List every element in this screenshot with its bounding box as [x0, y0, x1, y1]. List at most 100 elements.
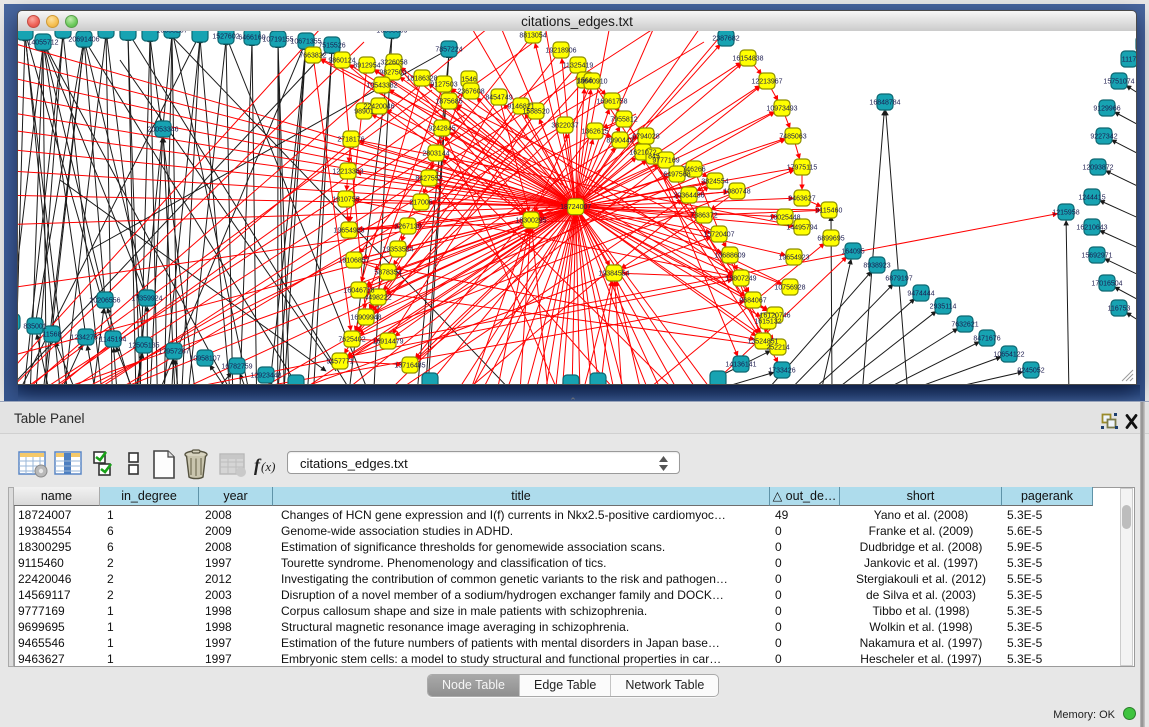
- svg-text:17016504: 17016504: [1091, 281, 1122, 288]
- svg-text:1810755: 1810755: [332, 197, 359, 204]
- svg-text:20364436: 20364436: [673, 193, 704, 200]
- svg-text:7857224: 7857224: [435, 47, 462, 54]
- svg-text:14495794: 14495794: [786, 225, 817, 232]
- svg-text:3267130: 3267130: [394, 224, 421, 231]
- svg-text:252214: 252214: [766, 345, 789, 352]
- svg-text:17957287: 17957287: [158, 349, 189, 356]
- svg-text:9860124: 9860124: [328, 58, 355, 65]
- svg-text:9227342: 9227342: [1090, 134, 1117, 141]
- svg-text:10025448: 10025448: [769, 215, 800, 222]
- svg-text:2803144: 2803144: [422, 151, 449, 158]
- svg-text:10543382: 10543382: [366, 83, 397, 90]
- svg-text:20206556: 20206556: [89, 298, 120, 305]
- svg-text:20691406: 20691406: [68, 37, 99, 44]
- svg-text:19218906: 19218906: [545, 48, 576, 55]
- svg-text:18807249: 18807249: [725, 276, 756, 283]
- svg-text:2367608: 2367608: [457, 89, 484, 96]
- svg-text:8427552: 8427552: [415, 176, 442, 183]
- svg-text:8938923: 8938923: [863, 263, 890, 270]
- svg-text:19384554: 19384554: [598, 271, 629, 278]
- svg-text:16154838: 16154838: [732, 56, 763, 63]
- svg-text:10973493: 10973493: [766, 106, 797, 113]
- svg-text:19353594: 19353594: [382, 247, 413, 254]
- svg-text:17359924: 17359924: [131, 296, 162, 303]
- svg-text:15720407: 15720407: [703, 232, 734, 239]
- svg-text:164095: 164095: [841, 249, 864, 256]
- svg-text:1733426: 1733426: [768, 368, 795, 375]
- svg-text:9463627: 9463627: [788, 196, 815, 203]
- svg-text:12213383: 12213383: [332, 169, 363, 176]
- svg-text:14136141: 14136141: [725, 362, 756, 369]
- svg-text:1588520: 1588520: [522, 109, 549, 116]
- svg-text:2718176: 2718176: [337, 137, 364, 144]
- svg-text:746266: 746266: [682, 167, 705, 174]
- svg-text:1546: 1546: [461, 77, 477, 84]
- svg-text:1527602: 1527602: [212, 34, 239, 41]
- svg-text:7632621: 7632621: [951, 322, 978, 329]
- svg-text:20053346: 20053346: [147, 127, 178, 134]
- svg-text:217006: 217006: [409, 200, 432, 207]
- svg-text:15692971: 15692971: [1081, 253, 1112, 260]
- svg-text:9129966: 9129966: [1093, 106, 1120, 113]
- svg-text:16782759: 16782759: [221, 364, 252, 371]
- svg-text:10719155: 10719155: [262, 37, 293, 44]
- svg-text:12093872: 12093872: [1082, 165, 1113, 172]
- svg-text:16210643: 16210643: [1076, 225, 1107, 232]
- svg-text:9245052: 9245052: [1017, 368, 1044, 375]
- svg-text:8912954: 8912954: [353, 63, 380, 70]
- svg-text:16053809: 16053809: [376, 31, 407, 35]
- svg-text:1875685: 1875685: [435, 99, 462, 106]
- svg-text:8990443: 8990443: [606, 138, 633, 145]
- svg-text:18640910: 18640910: [576, 79, 607, 86]
- svg-text:18300295: 18300295: [515, 218, 546, 225]
- svg-text:10958107: 10958107: [189, 356, 220, 363]
- svg-text:11568: 11568: [43, 332, 62, 339]
- svg-text:10688609: 10688609: [714, 253, 745, 260]
- svg-text:1117: 1117: [1122, 57, 1136, 64]
- svg-text:1080748: 1080748: [723, 189, 750, 196]
- svg-text:(x): (x): [261, 459, 275, 474]
- svg-text:18724007: 18724007: [560, 204, 591, 211]
- svg-text:3822037: 3822037: [551, 123, 578, 130]
- svg-text:16914479: 16914479: [372, 339, 403, 346]
- svg-text:7386372: 7386372: [690, 213, 717, 220]
- svg-text:9777169: 9777169: [652, 158, 679, 165]
- svg-text:16046718: 16046718: [343, 288, 374, 295]
- svg-text:14055712: 14055712: [27, 40, 58, 47]
- svg-text:1244415: 1244415: [1078, 195, 1105, 202]
- svg-text:8813054: 8813054: [519, 33, 546, 40]
- svg-text:1362615: 1362615: [581, 129, 608, 136]
- svg-text:12342757: 12342757: [70, 335, 101, 342]
- svg-text:2935114: 2935114: [930, 304, 957, 311]
- svg-text:16961758: 16961758: [596, 99, 627, 106]
- svg-text:9684067: 9684067: [739, 298, 766, 305]
- svg-text:16848784: 16848784: [869, 100, 900, 107]
- svg-text:17975115: 17975115: [787, 165, 818, 172]
- svg-text:12213967: 12213967: [751, 79, 782, 86]
- svg-text:9474444: 9474444: [907, 291, 934, 298]
- svg-text:5878354: 5878354: [374, 270, 401, 277]
- svg-text:1145194: 1145194: [100, 337, 127, 344]
- svg-text:1615132: 1615132: [754, 319, 781, 326]
- svg-text:7515526: 7515526: [318, 43, 345, 50]
- svg-text:19654983: 19654983: [333, 228, 364, 235]
- svg-text:2387682: 2387682: [712, 36, 739, 43]
- svg-text:9115460: 9115460: [816, 208, 843, 215]
- svg-text:13716485: 13716485: [394, 363, 425, 370]
- svg-text:7625402: 7625402: [338, 337, 365, 344]
- svg-text:10671355: 10671355: [290, 39, 321, 46]
- svg-text:15751074: 15751074: [1103, 79, 1134, 86]
- svg-text:19106857: 19106857: [338, 258, 369, 265]
- svg-text:9127503: 9127503: [430, 82, 457, 89]
- svg-text:6899695: 6899695: [817, 236, 844, 243]
- svg-text:9457771: 9457771: [326, 359, 353, 366]
- svg-text:1215958: 1215958: [1052, 210, 1079, 217]
- svg-text:9242845: 9242845: [428, 126, 455, 133]
- svg-text:7485063: 7485063: [779, 134, 806, 141]
- svg-text:98901: 98901: [354, 109, 374, 116]
- svg-text:3824554: 3824554: [701, 179, 728, 186]
- svg-text:12505135: 12505135: [128, 343, 159, 350]
- svg-text:10653267: 10653267: [156, 31, 187, 35]
- svg-text:10756928: 10756928: [774, 285, 805, 292]
- svg-text:835001: 835001: [23, 324, 46, 331]
